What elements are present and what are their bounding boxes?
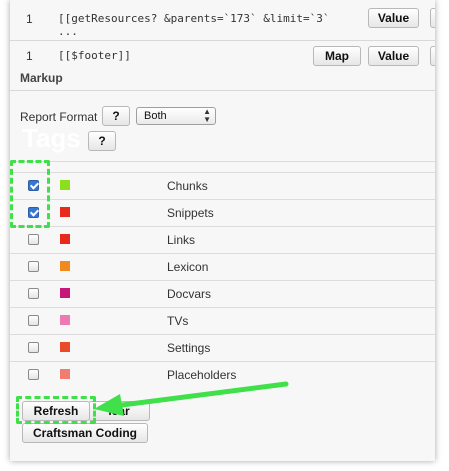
report-format-select[interactable]: Both ▲ ▼ [136,107,216,125]
tag-name: Docvars [167,287,212,301]
tag-checkbox[interactable] [28,261,39,272]
markup-title: Markup [20,71,63,85]
tag-row: Docvars [10,280,435,308]
tag-checkbox[interactable] [28,234,39,245]
tag-name: Settings [167,341,211,355]
map-button[interactable]: Map [313,46,361,66]
craftsman-coding-button[interactable]: Craftsman Coding [22,423,148,443]
tag-name: Links [167,233,196,247]
tag-row: Links [10,226,435,254]
tag-color-swatch [60,207,70,217]
tag-name: Lexicon [167,260,209,274]
result-code: [[getResources? &parents=`173` &limit=`3… [58,12,330,25]
result-count: 1 [26,49,33,63]
tag-row: Chunks [10,172,435,200]
value-button[interactable]: Value [368,8,419,28]
report-format-selected: Both [144,110,167,122]
divider [10,161,435,162]
tags-title: Tags [22,123,81,153]
tag-name: Snippets [167,206,214,220]
tag-color-swatch [60,180,70,190]
highlight-box-checkboxes [10,160,50,228]
tag-color-swatch [60,342,70,352]
tag-checkbox[interactable] [28,369,39,380]
select-arrows-icon: ▲ ▼ [203,107,211,124]
tag-row: TVs [10,307,435,335]
tag-color-swatch [60,234,70,244]
tag-color-swatch [60,261,70,271]
divider [10,90,435,91]
tag-color-swatch [60,315,70,325]
tag-name: TVs [167,314,189,328]
tag-color-swatch [60,369,70,379]
value-button[interactable]: Value [368,46,419,66]
tag-row: Lexicon [10,253,435,281]
tag-checkbox[interactable] [28,315,39,326]
tags-help-button[interactable]: ? [88,131,116,151]
result-code: [[$footer]] [58,49,131,62]
highlight-box-refresh [16,396,96,424]
result-count: 1 [26,12,33,26]
annotation-arrow [94,381,289,416]
extra-button-clipped[interactable] [430,8,435,28]
tag-checkbox[interactable] [28,342,39,353]
report-panel: 1 [[getResources? &parents=`173` &limit=… [10,0,435,461]
report-format-help-button[interactable]: ? [102,106,130,126]
tag-name: Chunks [167,179,208,193]
result-code-continued: ... [58,25,78,38]
tag-row: Settings [10,334,435,362]
tag-color-swatch [60,288,70,298]
tag-checkbox[interactable] [28,288,39,299]
tag-row: Snippets [10,199,435,227]
extra-button-clipped[interactable] [430,46,435,66]
report-format-label: Report Format [20,110,98,124]
result-row: 1 [[getResources? &parents=`173` &limit=… [10,0,435,41]
result-row: 1 [[$footer]] Map Value [10,40,435,68]
